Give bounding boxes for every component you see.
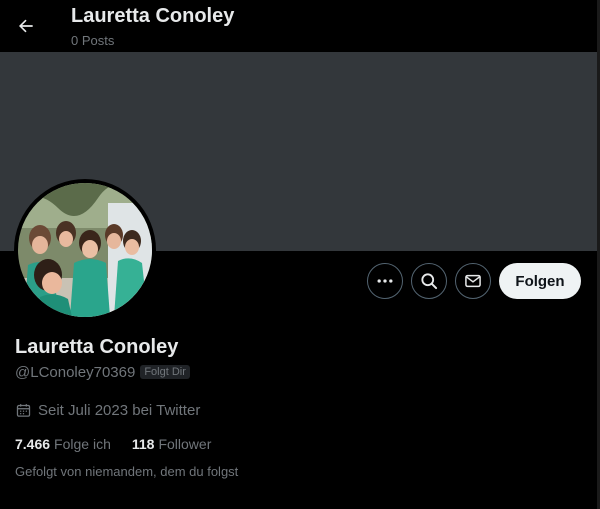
profile-name: Lauretta Conoley	[15, 336, 179, 358]
calendar-icon	[16, 403, 31, 417]
follows-you-badge: Folgt Dir	[140, 365, 190, 379]
more-button[interactable]	[367, 263, 403, 299]
mail-icon	[465, 274, 481, 288]
search-button[interactable]	[411, 263, 447, 299]
arrow-left-icon	[19, 19, 33, 33]
search-icon	[421, 273, 438, 290]
back-button[interactable]	[10, 10, 42, 42]
more-icon	[377, 279, 393, 283]
follow-button[interactable]: Folgen	[499, 263, 581, 299]
joined-date: Seit Juli 2023 bei Twitter	[15, 401, 200, 419]
header-title: Lauretta Conoley	[71, 5, 235, 27]
followers-label: Follower	[158, 436, 212, 452]
following-count: 7.466	[15, 436, 51, 452]
profile-handle: @LConoley70369	[15, 363, 136, 381]
followers-you-know: Gefolgt von niemandem, dem du folgst	[15, 464, 239, 479]
following-link[interactable]: 7.466 Folge ich	[15, 436, 111, 452]
avatar[interactable]	[14, 179, 156, 321]
joined-label: Seit Juli 2023 bei Twitter	[38, 401, 201, 419]
avatar-photo	[18, 183, 152, 317]
message-button[interactable]	[455, 263, 491, 299]
top-bar: Lauretta Conoley 0 Posts	[0, 0, 597, 52]
follow-stats: 7.466 Folge ich 118 Follower	[15, 435, 211, 453]
followers-link[interactable]: 118 Follower	[132, 436, 212, 452]
followers-count: 118	[131, 436, 155, 452]
following-label: Folge ich	[54, 436, 111, 452]
post-count: 0 Posts	[71, 33, 115, 48]
handle-row: @LConoley70369 Folgt Dir	[15, 363, 190, 381]
